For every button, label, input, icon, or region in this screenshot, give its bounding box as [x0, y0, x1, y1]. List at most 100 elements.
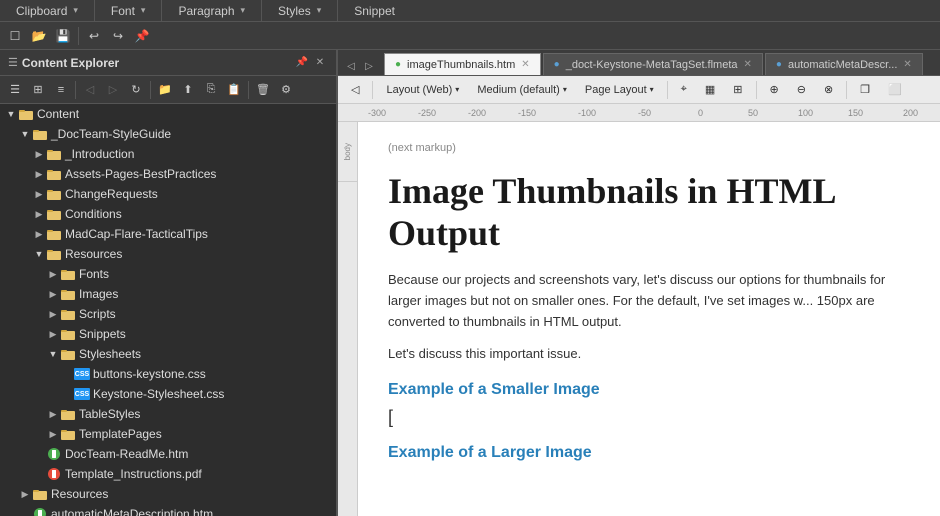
tree-item-changerequests[interactable]: ▶ ChangeRequests: [0, 184, 336, 204]
pagelayout-btn[interactable]: Page Layout ▾: [578, 79, 661, 101]
tree-item-snippets[interactable]: ▶ Snippets: [0, 324, 336, 344]
tree-item-tablestyles[interactable]: ▶ TableStyles: [0, 404, 336, 424]
tab-close-autometa[interactable]: ✕: [903, 59, 911, 70]
snippet-menu[interactable]: Snippet: [338, 0, 417, 21]
toolbar-icon-6[interactable]: ⊗: [817, 79, 840, 101]
tab-close-doct[interactable]: ✕: [744, 59, 752, 70]
tree-item-madcap[interactable]: ▶ MadCap-Flare-TacticalTips: [0, 224, 336, 244]
copy-btn[interactable]: ⎘: [200, 79, 222, 101]
tree-item-stylesheets[interactable]: ▼ Stylesheets: [0, 344, 336, 364]
ruler-label-500: 100: [798, 108, 813, 118]
ruler-label-600: 150: [848, 108, 863, 118]
expander-conditions[interactable]: ▶: [32, 204, 46, 224]
tree-item-readme[interactable]: DocTeam-ReadMe.htm: [0, 444, 336, 464]
panel-header: ☰ Content Explorer 📌 ✕: [0, 50, 336, 76]
ruler-label-300: 0: [698, 108, 703, 118]
tree-item-auto[interactable]: automaticMetaDescription.htm: [0, 504, 336, 516]
expander-introduction[interactable]: ▶: [32, 144, 46, 164]
medium-btn-label: Medium (default): [477, 84, 560, 96]
tree-item-resources-l1[interactable]: ▶ Resources: [0, 484, 336, 504]
tree-label-css1: buttons-keystone.css: [93, 367, 206, 381]
expander-scripts[interactable]: ▶: [46, 304, 60, 324]
expander-docteam[interactable]: ▼: [18, 124, 32, 144]
new-folder-btn[interactable]: 📁: [154, 79, 176, 101]
toolbar-icon-3[interactable]: ⊞: [726, 79, 749, 101]
expander-resources-l1[interactable]: ▶: [18, 484, 32, 504]
expander-images[interactable]: ▶: [46, 284, 60, 304]
refresh-btn[interactable]: ↻: [125, 79, 147, 101]
pin-icon[interactable]: 📌: [131, 25, 153, 47]
tab-close-active[interactable]: ✕: [521, 59, 529, 70]
tab-scroll-left[interactable]: ◁: [342, 57, 360, 75]
expander-changerequests[interactable]: ▶: [32, 184, 46, 204]
list-view-btn[interactable]: ☰: [4, 79, 26, 101]
tree-item-conditions[interactable]: ▶ Conditions: [0, 204, 336, 224]
tree-item-introduction[interactable]: ▶ _Introduction: [0, 144, 336, 164]
tree-item-css2[interactable]: CSS Keystone-Stylesheet.css: [0, 384, 336, 404]
clipboard-menu[interactable]: Clipboard: [0, 0, 95, 21]
tree-item-fonts[interactable]: ▶ Fonts: [0, 264, 336, 284]
tile-view-btn[interactable]: ⊞: [27, 79, 49, 101]
expander-assets[interactable]: ▶: [32, 164, 46, 184]
forward-btn[interactable]: ▷: [102, 79, 124, 101]
document-heading: Image Thumbnails in HTML Output: [388, 170, 910, 254]
tab-doct[interactable]: ● _doct-Keystone-MetaTagSet.flmeta ✕: [543, 53, 763, 75]
expander-fonts[interactable]: ▶: [46, 264, 60, 284]
tree-item-images[interactable]: ▶ Images: [0, 284, 336, 304]
expander-snippets[interactable]: ▶: [46, 324, 60, 344]
toolbar-icon-8[interactable]: ⬜: [881, 79, 909, 101]
pin-panel-button[interactable]: 📌: [294, 55, 310, 71]
font-menu[interactable]: Font: [95, 0, 163, 21]
back-btn-editor[interactable]: ◁: [344, 79, 366, 101]
template-icon: [46, 466, 62, 482]
paste-btn[interactable]: 📋: [223, 79, 245, 101]
medium-btn[interactable]: Medium (default) ▾: [470, 79, 574, 101]
ruler-label-0: -150: [518, 108, 536, 118]
ruler-label-neg100: -200: [468, 108, 486, 118]
toolbar-icon-4[interactable]: ⊕: [763, 79, 786, 101]
tab-imagethumbnails[interactable]: ● imageThumbnails.htm ✕: [384, 53, 541, 75]
paragraph-menu[interactable]: Paragraph: [162, 0, 262, 21]
tree-item-templatepages[interactable]: ▶ TemplatePages: [0, 424, 336, 444]
upload-btn[interactable]: ⬆: [177, 79, 199, 101]
tab-navigation: ◁ ▷: [342, 57, 378, 75]
save-icon[interactable]: 💾: [52, 25, 74, 47]
open-icon[interactable]: 📂: [28, 25, 50, 47]
tree-label-stylesheets: Stylesheets: [79, 347, 141, 361]
editor-toolbar: ◁ Layout (Web) ▾ Medium (default) ▾ Page…: [338, 76, 940, 104]
expander-content[interactable]: ▼: [4, 104, 18, 124]
folder-images-icon: [60, 286, 76, 302]
tree-item-content[interactable]: ▼ Content: [0, 104, 336, 124]
tree-item-docteam[interactable]: ▼ _DocTeam-StyleGuide: [0, 124, 336, 144]
auto-icon: [32, 506, 48, 516]
expander-stylesheets[interactable]: ▼: [46, 344, 60, 364]
tab-autometa[interactable]: ● automaticMetaDescr... ✕: [765, 53, 923, 75]
toolbar-icon-5[interactable]: ⊖: [790, 79, 813, 101]
tree-item-scripts[interactable]: ▶ Scripts: [0, 304, 336, 324]
toolbar-icon-7[interactable]: ❐: [853, 79, 877, 101]
layout-btn[interactable]: Layout (Web) ▾: [379, 79, 466, 101]
expander-madcap[interactable]: ▶: [32, 224, 46, 244]
tree-item-template[interactable]: Template_Instructions.pdf: [0, 464, 336, 484]
tab-scroll-right[interactable]: ▷: [360, 57, 378, 75]
new-icon[interactable]: ☐: [4, 25, 26, 47]
redo-icon[interactable]: ↪: [107, 25, 129, 47]
delete-btn[interactable]: 🗑: [252, 79, 274, 101]
undo-icon[interactable]: ↩: [83, 25, 105, 47]
styles-menu[interactable]: Styles: [262, 0, 338, 21]
detail-view-btn[interactable]: ≡: [50, 79, 72, 101]
tree-item-assets[interactable]: ▶ Assets-Pages-BestPractices: [0, 164, 336, 184]
close-panel-button[interactable]: ✕: [312, 55, 328, 71]
properties-btn[interactable]: ⚙: [275, 79, 297, 101]
expander-templatepages[interactable]: ▶: [46, 424, 60, 444]
exp-sep-2: [150, 81, 151, 99]
toolbar-icon-1[interactable]: ⌖: [674, 79, 694, 101]
expander-resources-l2[interactable]: ▼: [32, 244, 46, 264]
toolbar-icon-2[interactable]: ▦: [698, 79, 722, 101]
back-btn[interactable]: ◁: [79, 79, 101, 101]
expander-tablestyles[interactable]: ▶: [46, 404, 60, 424]
tree-item-resources-l2[interactable]: ▼ Resources: [0, 244, 336, 264]
medium-arrow: ▾: [563, 85, 567, 94]
tree-label-madcap: MadCap-Flare-TacticalTips: [65, 227, 208, 241]
tree-item-css1[interactable]: CSS buttons-keystone.css: [0, 364, 336, 384]
